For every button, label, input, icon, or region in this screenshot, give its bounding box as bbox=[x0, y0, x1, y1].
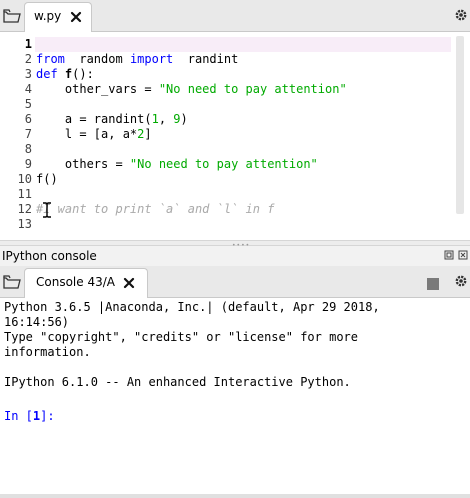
line-number: 7 bbox=[24, 127, 32, 141]
pane-title: IPython console bbox=[2, 249, 97, 263]
code-token: other_vars = bbox=[36, 82, 159, 96]
line-number: 10 bbox=[17, 172, 32, 186]
code-text: l = [a, a*2] bbox=[36, 127, 152, 142]
code-text: from random import randint bbox=[36, 52, 238, 67]
code-text: others = "No need to pay attention" bbox=[36, 157, 318, 172]
console-line: Type "copyright", "credits" or "license"… bbox=[4, 330, 359, 344]
code-token: l = [a, a* bbox=[36, 127, 138, 141]
code-text: def f(): bbox=[36, 67, 94, 82]
undock-icon[interactable] bbox=[444, 250, 454, 260]
gear-icon[interactable] bbox=[454, 8, 468, 22]
text-cursor-icon bbox=[43, 202, 51, 218]
code-text: #I want to print `a` and `l` in f bbox=[36, 202, 274, 217]
code-text: a = randint(1, 9) bbox=[36, 112, 188, 127]
code-text: other_vars = "No need to pay attention" bbox=[36, 82, 347, 97]
input-prompt: In [1]: bbox=[4, 409, 55, 423]
code-token: random bbox=[64, 52, 130, 66]
console-line: 16:14:56) bbox=[4, 315, 70, 329]
line-number: 6 bbox=[24, 112, 32, 126]
line-number: 8 bbox=[24, 142, 32, 156]
code-token: import bbox=[129, 52, 174, 66]
line-number: 4 bbox=[24, 82, 32, 96]
folder-icon[interactable] bbox=[3, 8, 21, 24]
line-number: 9 bbox=[24, 157, 32, 171]
code-token: f() bbox=[36, 172, 58, 186]
code-token: randint bbox=[173, 52, 239, 66]
code-token: ) bbox=[180, 112, 188, 126]
current-line-highlight bbox=[35, 37, 451, 52]
code-token: (): bbox=[72, 67, 94, 81]
editor-tab-bar: w.py bbox=[0, 0, 470, 32]
ipython-pane-header: IPython console bbox=[0, 246, 470, 266]
gear-icon[interactable] bbox=[454, 274, 468, 288]
close-icon[interactable] bbox=[123, 277, 135, 289]
line-number: 1 bbox=[24, 37, 32, 51]
console-line: IPython 6.1.0 -- An enhanced Interactive… bbox=[4, 375, 351, 389]
code-token: others = bbox=[36, 157, 130, 171]
code-token: "No need to pay attention" bbox=[129, 157, 318, 171]
code-token: ] bbox=[144, 127, 152, 141]
code-token: 1 bbox=[151, 112, 159, 126]
code-token: #I want to print `a` and `l` in f bbox=[36, 202, 275, 216]
console-line: information. bbox=[4, 345, 91, 359]
code-token: a = randint( bbox=[36, 112, 152, 126]
console-line: Python 3.6.5 |Anaconda, Inc.| (default, … bbox=[4, 300, 380, 314]
code-token: , bbox=[158, 112, 174, 126]
editor-scrollbar[interactable] bbox=[456, 36, 464, 214]
line-number: 12 bbox=[17, 202, 32, 216]
editor-tab[interactable]: w.py bbox=[24, 2, 92, 32]
console-tab-label: Console 43/A bbox=[36, 275, 115, 289]
line-number: 3 bbox=[24, 67, 32, 81]
close-icon[interactable] bbox=[70, 11, 82, 23]
line-number: 11 bbox=[17, 187, 32, 201]
console-tab[interactable]: Console 43/A bbox=[24, 268, 148, 298]
code-token: def bbox=[36, 67, 58, 81]
status-bar bbox=[0, 494, 470, 498]
line-number: 5 bbox=[24, 97, 32, 111]
line-number: 2 bbox=[24, 52, 32, 66]
stop-icon[interactable] bbox=[427, 278, 439, 290]
code-token: "No need to pay attention" bbox=[158, 82, 347, 96]
close-icon[interactable] bbox=[458, 250, 468, 260]
code-token: from bbox=[36, 52, 65, 66]
line-number: 13 bbox=[17, 217, 32, 231]
console-tab-bar: Console 43/A bbox=[0, 266, 470, 298]
folder-icon[interactable] bbox=[3, 274, 21, 290]
code-editor[interactable]: 1 2 from random import randint 3 def f(): 4 o… bbox=[0, 32, 470, 240]
editor-tab-label: w.py bbox=[34, 9, 62, 23]
code-token: 9 bbox=[173, 112, 181, 126]
console-output[interactable]: Python 3.6.5 |Anaconda, Inc.| (default, … bbox=[0, 298, 470, 494]
code-text: f() bbox=[36, 172, 58, 187]
